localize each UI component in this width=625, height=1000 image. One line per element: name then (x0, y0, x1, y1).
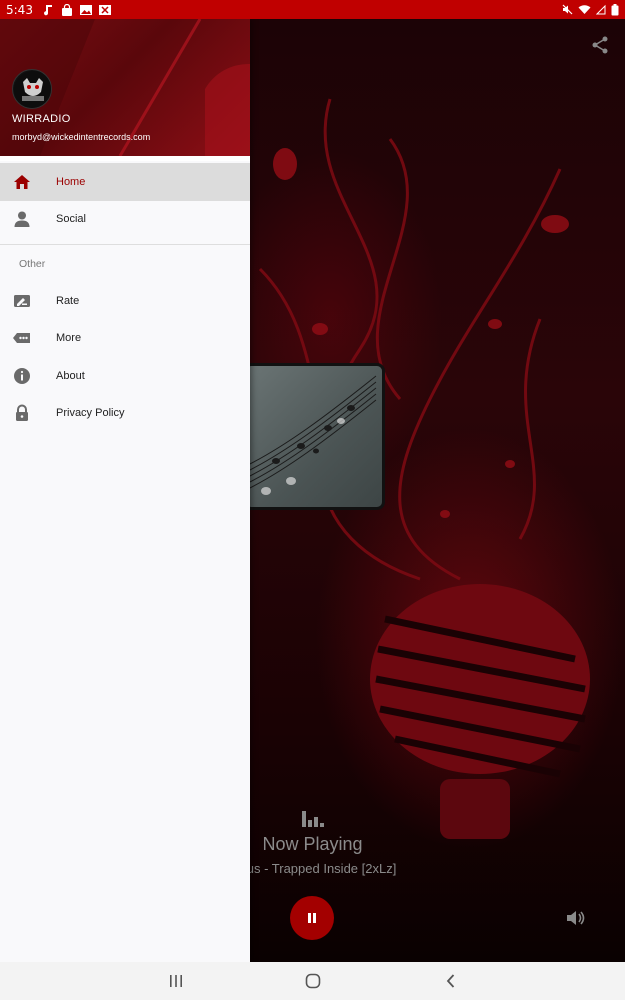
music-note-icon (43, 4, 52, 15)
lock-icon (16, 404, 28, 422)
image-icon (79, 4, 92, 15)
status-right-icons (562, 3, 619, 16)
main-menu: Home Social (0, 163, 250, 238)
account-email: morbyd@wickedintentrecords.com (12, 132, 151, 142)
menu-item-rate[interactable]: Rate (0, 282, 250, 320)
wifi-icon (578, 5, 591, 14)
avatar (12, 69, 52, 109)
menu-item-privacy-policy[interactable]: Privacy Policy (0, 395, 250, 433)
menu-item-home[interactable]: Home (0, 163, 250, 201)
back-icon[interactable] (442, 972, 460, 990)
menu-item-label: More (56, 332, 82, 345)
app-name: WIRRADIO (12, 113, 71, 125)
menu-item-about[interactable]: About (0, 357, 250, 395)
status-bar: 5:43 (0, 0, 625, 19)
menu-divider (0, 244, 250, 245)
shopping-bag-icon (61, 3, 72, 16)
header-separator (0, 156, 250, 161)
other-menu: Rate More About Privacy Policy (0, 282, 250, 432)
person-icon (14, 211, 30, 228)
drawer-header: WIRRADIO morbyd@wickedintentrecords.com (0, 19, 250, 156)
menu-item-label: Home (56, 175, 86, 188)
equalizer-icon (302, 811, 324, 827)
menu-item-label: Social (56, 213, 86, 226)
mute-icon (562, 4, 573, 15)
info-icon (14, 367, 30, 384)
home-nav-icon[interactable] (304, 972, 322, 990)
section-title-other: Other (19, 258, 46, 270)
recents-icon[interactable] (167, 972, 185, 990)
status-time: 5:43 (6, 2, 33, 17)
signal-icon (596, 4, 606, 15)
menu-item-label: Rate (56, 294, 80, 307)
pause-icon (308, 913, 316, 923)
menu-item-label: Privacy Policy (56, 407, 125, 420)
rate-icon (14, 294, 30, 307)
share-icon[interactable] (590, 35, 610, 55)
pause-button[interactable] (290, 896, 334, 940)
menu-item-social[interactable]: Social (0, 201, 250, 239)
navigation-drawer: WIRRADIO morbyd@wickedintentrecords.com … (0, 19, 250, 962)
album-art (243, 363, 385, 510)
volume-icon[interactable] (566, 909, 586, 927)
menu-item-more[interactable]: More (0, 320, 250, 358)
home-icon (14, 174, 30, 189)
more-icon (13, 333, 30, 344)
menu-item-label: About (56, 369, 85, 382)
system-navigation-bar (0, 962, 625, 1000)
close-box-icon (98, 4, 111, 15)
battery-icon (611, 3, 619, 15)
